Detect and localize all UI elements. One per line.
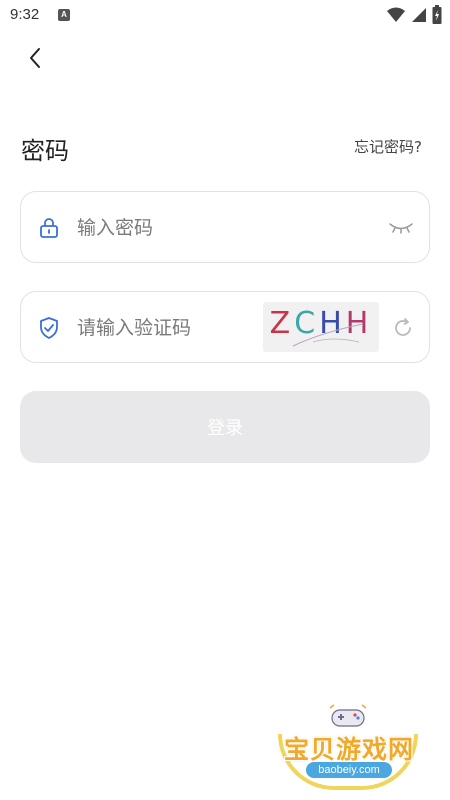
login-button[interactable]: 登录 xyxy=(20,391,430,463)
wifi-icon xyxy=(387,7,405,22)
gamepad-icon xyxy=(329,704,367,727)
status-bar: 9:32 A xyxy=(0,0,450,32)
watermark-logo: 宝贝游戏网 baobeiy.com xyxy=(270,700,430,792)
watermark-url: baobeiy.com xyxy=(306,762,392,778)
password-visibility-toggle[interactable] xyxy=(387,218,415,238)
back-button[interactable] xyxy=(22,44,50,72)
captcha-refresh-button[interactable] xyxy=(391,316,415,340)
watermark-text: 宝贝游戏网 xyxy=(283,735,414,764)
chevron-left-icon xyxy=(30,48,40,68)
page-title: 密码 xyxy=(21,137,69,165)
forgot-password-link[interactable]: 忘记密码? xyxy=(354,136,422,157)
shield-check-icon xyxy=(40,317,58,339)
refresh-icon xyxy=(395,318,411,336)
captcha-noise xyxy=(292,323,364,347)
captcha-input[interactable] xyxy=(77,310,257,346)
password-field[interactable] xyxy=(20,191,430,263)
captcha-image[interactable]: ZCHH xyxy=(263,302,379,352)
a-icon: A xyxy=(58,9,70,21)
battery-icon xyxy=(432,5,442,24)
captcha-field[interactable]: ZCHH xyxy=(20,291,430,363)
status-time: 9:32 xyxy=(10,6,40,23)
lock-icon xyxy=(40,218,58,238)
password-input[interactable] xyxy=(77,210,377,246)
signal-icon xyxy=(412,8,426,22)
eye-closed-icon xyxy=(389,223,413,234)
